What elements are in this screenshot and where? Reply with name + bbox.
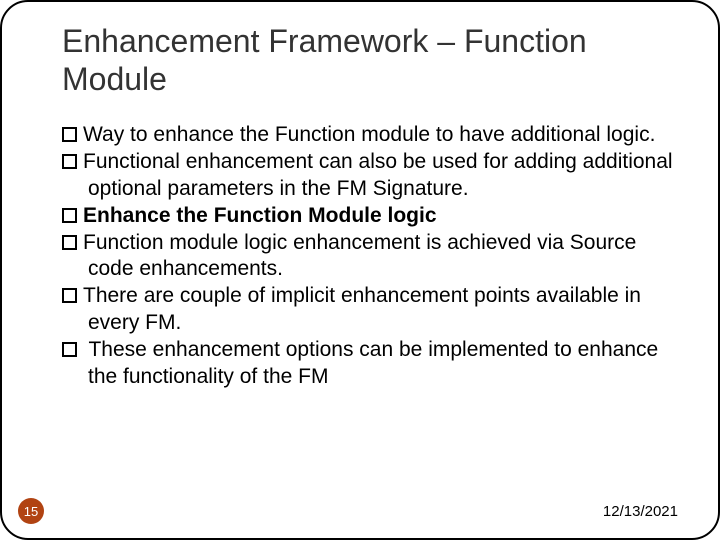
item-text: Function module logic enhancement is ach… xyxy=(83,231,636,281)
item-text: These enhancement options can be impleme… xyxy=(83,338,658,388)
list-item: Functional enhancement can also be used … xyxy=(62,149,678,203)
slide-title: Enhancement Framework – Function Module xyxy=(62,22,678,99)
item-text: Enhance the Function Module logic xyxy=(83,204,437,227)
slide: Enhancement Framework – Function Module … xyxy=(0,0,720,540)
checkbox-icon xyxy=(62,288,77,303)
checkbox-icon xyxy=(62,127,77,142)
list-item: Way to enhance the Function module to ha… xyxy=(62,122,678,149)
list-item: There are couple of implicit enhancement… xyxy=(62,283,678,337)
list-item: Enhance the Function Module logic xyxy=(62,203,678,230)
slide-body: Way to enhance the Function module to ha… xyxy=(62,122,678,391)
checkbox-icon xyxy=(62,235,77,250)
item-text: Way to enhance the Function module to ha… xyxy=(83,123,655,146)
date: 12/13/2021 xyxy=(603,503,678,520)
page-number: 15 xyxy=(18,498,44,524)
list-item: These enhancement options can be impleme… xyxy=(62,337,678,391)
checkbox-icon xyxy=(62,208,77,223)
checkbox-icon xyxy=(62,154,77,169)
checkbox-icon xyxy=(62,342,77,357)
item-text: There are couple of implicit enhancement… xyxy=(83,284,641,334)
list-item: Function module logic enhancement is ach… xyxy=(62,230,678,284)
item-text: Functional enhancement can also be used … xyxy=(83,150,673,200)
